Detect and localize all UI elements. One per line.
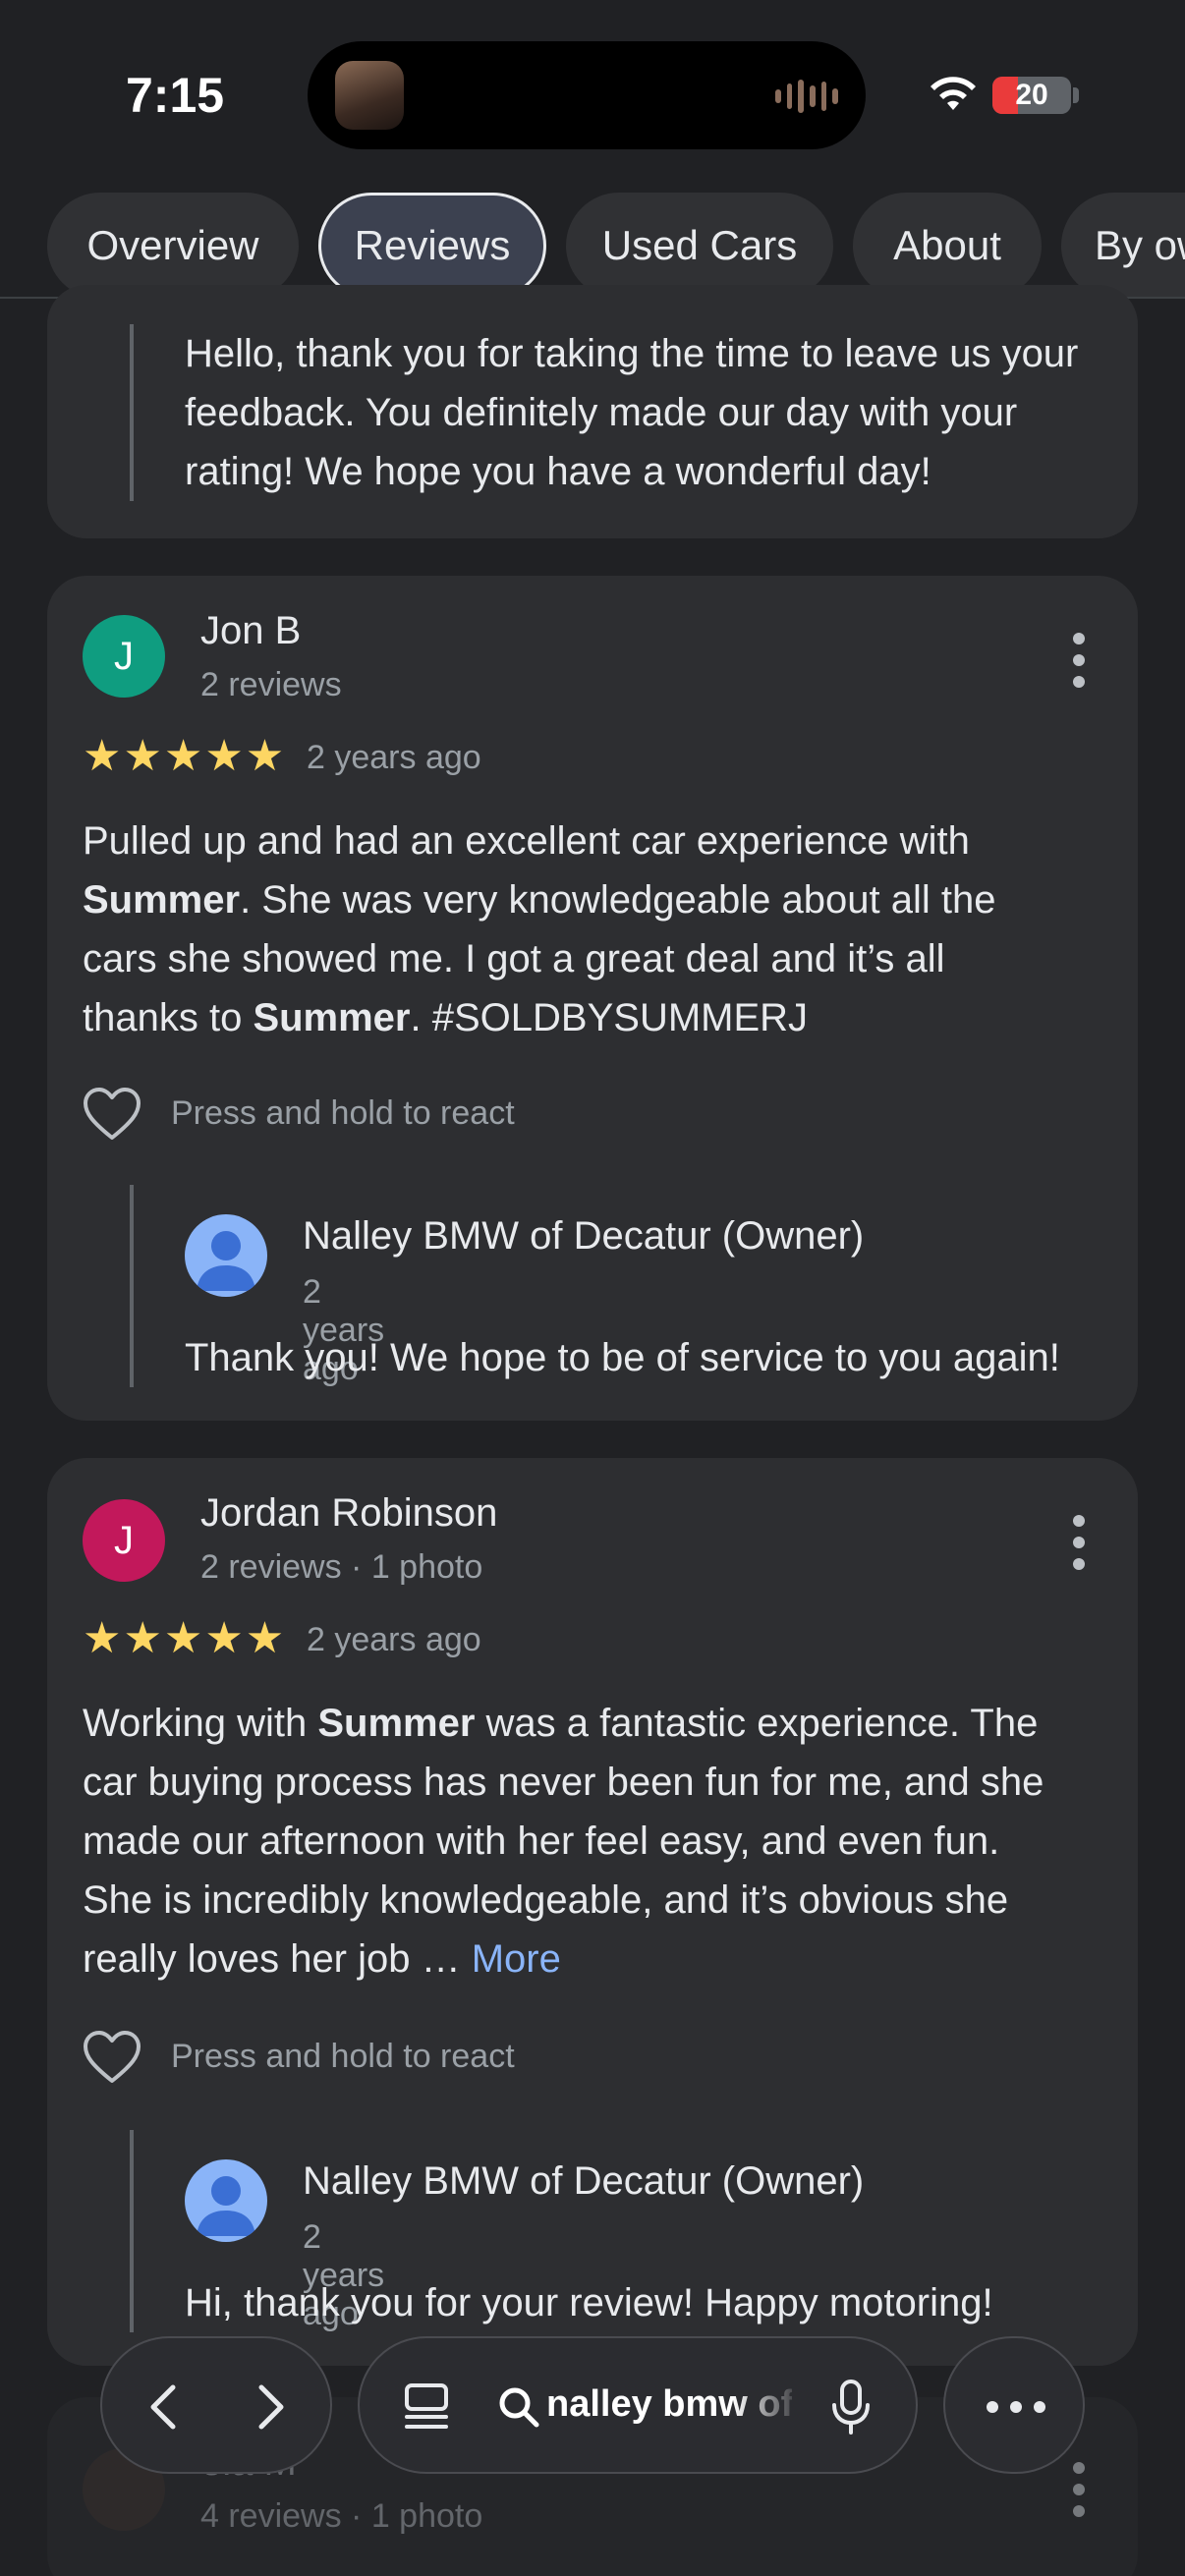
address-bar[interactable]: nalley bmw of <box>358 2336 918 2474</box>
review-author[interactable]: Jon B <box>200 609 301 653</box>
owner-reply: Nalley BMW of Decatur (Owner) 2 years ag… <box>130 1185 1060 1387</box>
highlight: Summer <box>317 1702 476 1745</box>
review-age: 2 years ago <box>307 1621 481 1658</box>
text-span: Working with <box>83 1702 318 1745</box>
back-icon[interactable] <box>136 2378 195 2436</box>
tab-overview[interactable]: Overview <box>47 193 299 297</box>
text-span: was a fantastic experience. The <box>475 1702 1039 1745</box>
text-span: . She was very knowledgeable about all t… <box>240 878 996 922</box>
avatar[interactable]: J <box>83 1499 165 1582</box>
more-options-icon[interactable] <box>1069 2462 1089 2517</box>
review-line: thanks to Summer. #SOLDBYSUMMERJ <box>83 988 1104 1047</box>
wifi-icon <box>931 77 976 110</box>
heart-icon <box>84 2031 141 2083</box>
reply-line: feedback. You definitely made our day wi… <box>185 391 1018 434</box>
person-icon <box>197 2176 255 2236</box>
tab-bar: Overview Reviews Used Cars About By ow <box>0 191 1185 299</box>
review-line: made our afternoon with her feel easy, a… <box>83 1820 1000 1863</box>
text-span: . #SOLDBYSUMMERJ <box>410 996 809 1039</box>
forward-icon[interactable] <box>240 2378 299 2436</box>
react-button[interactable]: Press and hold to react <box>83 2030 672 2089</box>
now-playing-artwork <box>335 61 404 130</box>
review-text: Pulled up and had an excellent car exper… <box>83 812 1104 1047</box>
avatar[interactable]: J <box>83 615 165 698</box>
review-age: 2 years ago <box>307 739 481 776</box>
review-line: Pulled up and had an excellent car exper… <box>83 819 970 863</box>
microphone-icon[interactable] <box>829 2378 873 2436</box>
highlight: Summer <box>83 878 241 922</box>
react-button[interactable]: Press and hold to react <box>83 1087 672 1146</box>
review-author-meta: 2 reviews <box>200 666 342 703</box>
review-line: really loves her job … More <box>83 1930 1104 1988</box>
battery-tip <box>1073 87 1079 103</box>
owner-reply: Nalley BMW of Decatur (Owner) 2 years ag… <box>130 2130 993 2332</box>
page: 7:15 20 Overview Reviews Used Cars About… <box>0 0 1185 2576</box>
star-rating: ★★★★★ <box>83 732 287 780</box>
owner-avatar[interactable] <box>185 1214 267 1297</box>
review-line: She is incredibly knowledgeable, and it’… <box>83 1878 1009 1922</box>
tabs-icon[interactable] <box>399 2380 454 2435</box>
heart-icon <box>84 1088 141 1140</box>
react-label: Press and hold to react <box>171 2038 515 2075</box>
review-author-meta: 4 reviews · 1 photo <box>200 2497 483 2535</box>
owner-avatar[interactable] <box>185 2159 267 2242</box>
reply-line: rating! We hope you have a wonderful day… <box>185 450 931 493</box>
owner-reply: Hello, thank you for taking the time to … <box>130 324 1078 501</box>
status-time: 7:15 <box>126 68 225 123</box>
tab-reviews[interactable]: Reviews <box>318 193 546 297</box>
more-options-icon[interactable] <box>1069 633 1089 688</box>
owner-reply-text: Thank you! We hope to be of service to y… <box>185 1336 1060 1379</box>
star-rating: ★★★★★ <box>83 1614 287 1662</box>
tab-by-owner[interactable]: By ow <box>1061 193 1185 297</box>
review-card: J Jordan Robinson 2 reviews · 1 photo ★★… <box>47 1458 1138 2366</box>
review-line: Working with Summer was a fantastic expe… <box>83 1694 1104 1753</box>
review-card-previous: Hello, thank you for taking the time to … <box>47 285 1138 538</box>
search-fade <box>733 2368 802 2446</box>
dynamic-island[interactable] <box>308 41 866 149</box>
reply-line: Hello, thank you for taking the time to … <box>185 332 1079 375</box>
battery-percent: 20 <box>1015 79 1048 111</box>
owner-reply-text: Hello, thank you for taking the time to … <box>185 324 1185 501</box>
more-link[interactable]: More <box>472 1937 561 1981</box>
person-icon <box>197 1231 255 1291</box>
review-author-meta: 2 reviews · 1 photo <box>200 1548 483 1586</box>
search-icon <box>499 2387 539 2428</box>
owner-reply-text: Hi, thank you for your review! Happy mot… <box>185 2281 993 2324</box>
review-line: Summer. She was very knowledgeable about… <box>83 870 1104 929</box>
owner-name[interactable]: Nalley BMW of Decatur (Owner) <box>303 2159 864 2204</box>
battery-icon: 20 <box>992 77 1071 114</box>
tab-used-cars[interactable]: Used Cars <box>566 193 833 297</box>
text-span: really loves her job … <box>83 1937 472 1981</box>
ellipsis-icon <box>987 2401 1045 2413</box>
navigation-pill <box>100 2336 332 2474</box>
review-author[interactable]: Jordan Robinson <box>200 1491 497 1536</box>
highlight: Summer <box>253 996 411 1039</box>
review-card: J Jon B 2 reviews ★★★★★ 2 years ago Pull… <box>47 576 1138 1421</box>
text-span: thanks to <box>83 996 254 1039</box>
react-label: Press and hold to react <box>171 1094 515 1132</box>
tab-about[interactable]: About <box>853 193 1042 297</box>
owner-name[interactable]: Nalley BMW of Decatur (Owner) <box>303 1214 864 1259</box>
review-line: cars she showed me. I got a great deal a… <box>83 937 945 980</box>
review-text: Working with Summer was a fantastic expe… <box>83 1694 1104 1988</box>
more-options-icon[interactable] <box>1069 1515 1089 1570</box>
review-line: car buying process has never been fun fo… <box>83 1761 1044 1804</box>
audio-waveform-icon <box>775 77 839 116</box>
more-menu-button[interactable] <box>943 2336 1085 2474</box>
